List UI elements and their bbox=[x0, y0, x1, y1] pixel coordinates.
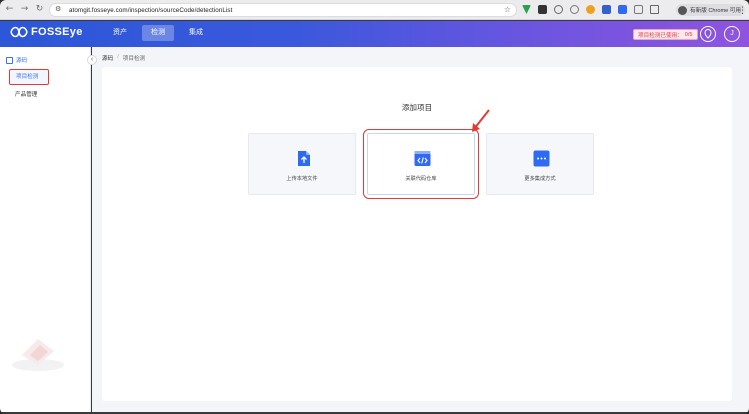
location-pin-icon[interactable] bbox=[700, 26, 716, 42]
nav-integration[interactable]: 集成 bbox=[180, 25, 212, 41]
sidebar: 源码 项目检测 产品管理 bbox=[0, 47, 91, 412]
forward-icon[interactable]: → bbox=[19, 4, 30, 15]
extension-icon[interactable] bbox=[538, 5, 547, 14]
extension-icon[interactable] bbox=[570, 5, 579, 14]
app-header: FOSSEye 资产 检测 集成 项目检测已使用： 0/5 J bbox=[0, 21, 749, 47]
more-integrations-icon bbox=[533, 150, 550, 167]
sidebar-item-product-management[interactable]: 产品管理 bbox=[9, 87, 49, 103]
breadcrumb: 源码 / 项目检测 bbox=[102, 54, 145, 62]
chrome-update-label: 有新版 Chrome 可用 bbox=[690, 8, 741, 14]
nav-detection[interactable]: 检测 bbox=[142, 25, 174, 41]
annotation-arrow-icon bbox=[472, 109, 490, 132]
source-code-icon bbox=[6, 56, 13, 64]
browser-toolbar: ← → ↻ ⚙ atomgit.fosseye.com/inspection/s… bbox=[0, 0, 749, 20]
breadcrumb-current: 项目检测 bbox=[122, 56, 146, 62]
extension-icon[interactable] bbox=[554, 5, 563, 14]
chrome-update-pill[interactable]: 有新版 Chrome 可用 bbox=[676, 4, 745, 16]
sidebar-item-project-detection[interactable]: 项目检测 bbox=[9, 69, 49, 85]
app-name: FOSSEye bbox=[31, 26, 83, 38]
more-integrations-tile[interactable]: 更多集成方式 bbox=[486, 133, 594, 195]
url-text: atomgit.fosseye.com/inspection/sourceCod… bbox=[69, 6, 233, 14]
nav-assets[interactable]: 资产 bbox=[104, 25, 136, 41]
upload-file-icon bbox=[298, 151, 310, 166]
sidebar-group-label: 源码 bbox=[16, 58, 28, 64]
user-avatar[interactable]: J bbox=[724, 26, 740, 42]
tile-label: 上传本地文件 bbox=[286, 176, 318, 182]
address-bar[interactable]: ⚙ atomgit.fosseye.com/inspection/sourceC… bbox=[49, 3, 517, 17]
fosseye-logo-icon bbox=[10, 26, 28, 38]
site-info-icon[interactable]: ⚙ bbox=[55, 5, 65, 15]
top-nav: 资产 检测 集成 bbox=[104, 25, 212, 41]
profile-avatar-icon bbox=[678, 5, 687, 15]
breadcrumb-separator: / bbox=[117, 54, 119, 60]
sidebar-group-source[interactable]: 源码 bbox=[6, 56, 27, 64]
add-project-card: 添加项目 上传本地文件 关联代码仓库 更多集成方式 bbox=[102, 67, 732, 401]
tile-label: 关联代码仓库 bbox=[405, 176, 437, 182]
quota-badge: 项目检测已使用： 0/5 bbox=[633, 29, 698, 40]
back-icon[interactable]: ← bbox=[4, 4, 15, 15]
breadcrumb-root[interactable]: 源码 bbox=[102, 54, 113, 62]
page-title: 添加项目 bbox=[401, 103, 433, 112]
code-repository-icon bbox=[414, 151, 431, 166]
quota-label: 项目检测已使用： bbox=[638, 32, 683, 39]
extensions-bar bbox=[522, 5, 659, 14]
extension-icon[interactable] bbox=[522, 5, 531, 14]
browser-window: ← → ↻ ⚙ atomgit.fosseye.com/inspection/s… bbox=[0, 0, 749, 414]
quota-value: 0/5 bbox=[684, 31, 693, 38]
extensions-puzzle-icon[interactable] bbox=[650, 5, 659, 14]
main-content: 源码 / 项目检测 添加项目 上传本地文件 关联代码仓库 更多集成方式 bbox=[92, 47, 749, 412]
app-logo[interactable]: FOSSEye bbox=[10, 25, 83, 39]
upload-local-file-tile[interactable]: 上传本地文件 bbox=[248, 133, 356, 195]
extension-icon[interactable] bbox=[634, 5, 643, 14]
link-code-repository-tile[interactable]: 关联代码仓库 bbox=[363, 129, 479, 199]
browser-menu-icon[interactable]: ⋮ bbox=[738, 4, 747, 16]
reload-icon[interactable]: ↻ bbox=[34, 4, 45, 15]
sidebar-illustration bbox=[12, 339, 64, 371]
sidebar-collapse-icon[interactable]: ‹ bbox=[87, 55, 97, 65]
extension-icon[interactable] bbox=[602, 5, 611, 14]
extension-icon[interactable] bbox=[586, 5, 595, 14]
bookmark-star-icon[interactable]: ☆ bbox=[504, 5, 511, 14]
tile-label: 更多集成方式 bbox=[524, 176, 556, 182]
extension-icon[interactable] bbox=[618, 5, 627, 14]
